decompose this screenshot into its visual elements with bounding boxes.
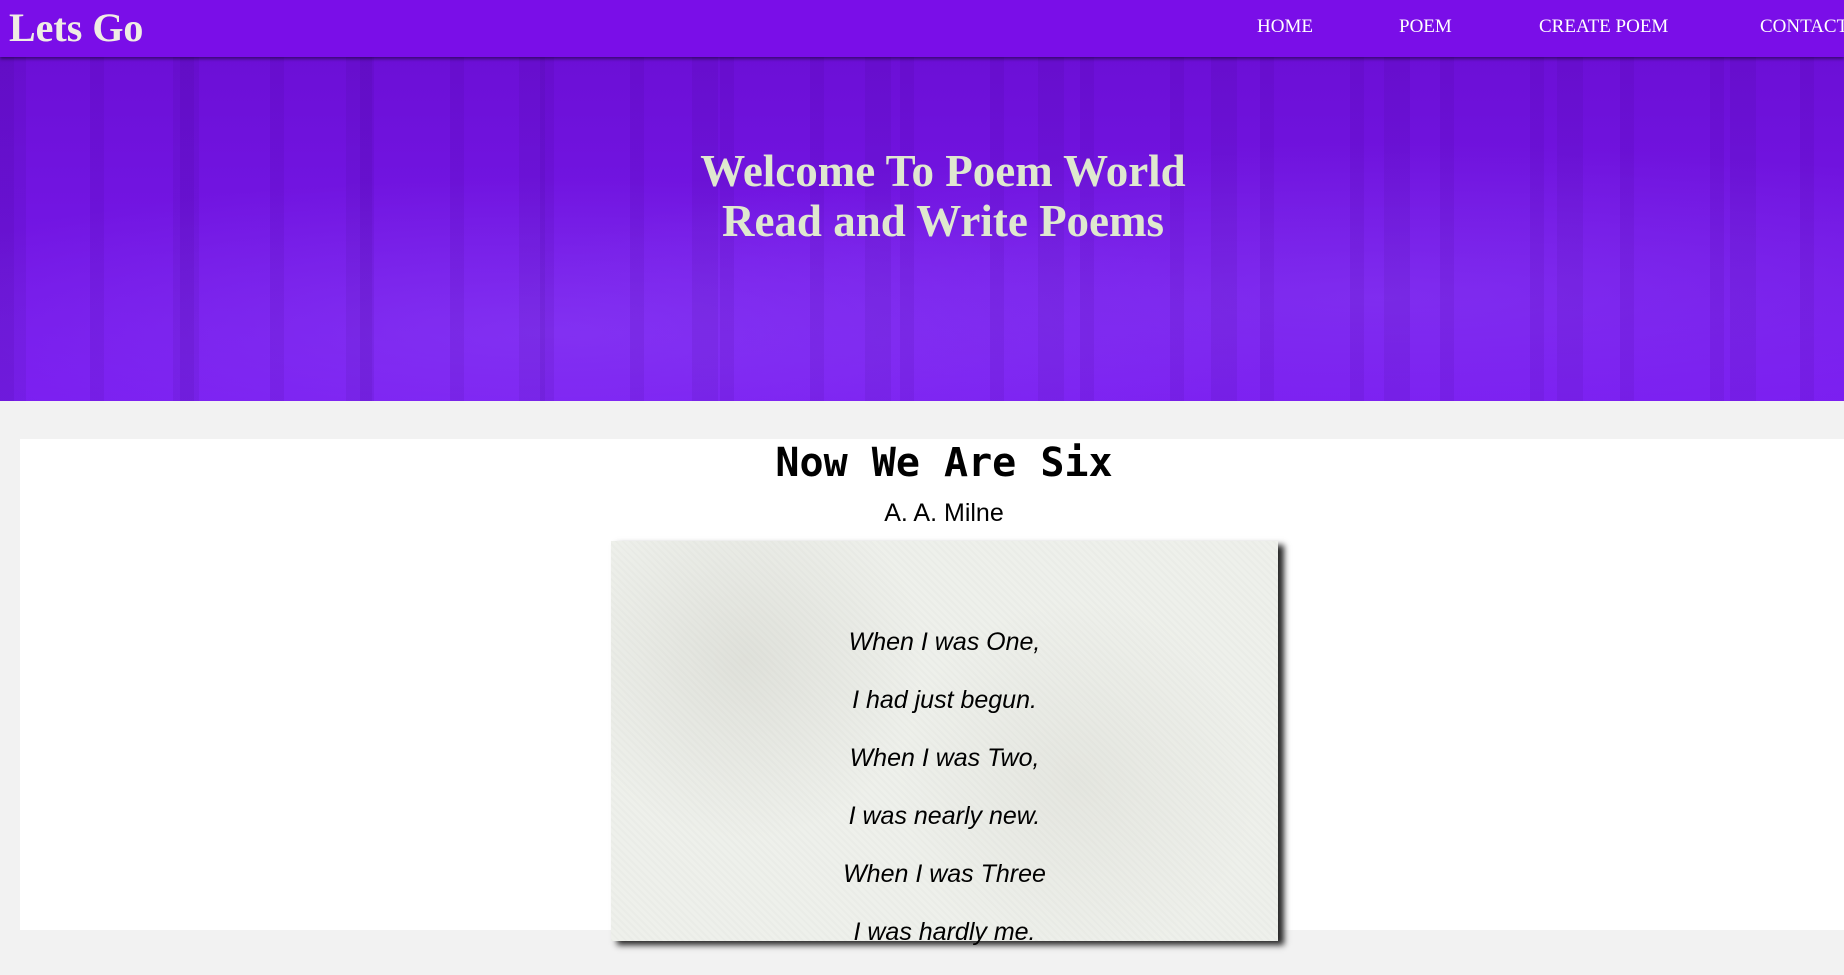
- poem-line: When I was Two,: [849, 744, 1040, 772]
- hero-banner: Welcome To Poem World Read and Write Poe…: [0, 57, 1844, 401]
- poem-author: A. A. Milne: [884, 499, 1004, 527]
- poem-lines: When I was One, I had just begun. When I…: [611, 627, 1278, 975]
- top-navbar: Lets Go HOME POEM CREATE POEM CONTACT: [0, 0, 1844, 57]
- nav-link-create-poem[interactable]: CREATE POEM: [1539, 16, 1668, 38]
- poem-line: When I was Three: [843, 860, 1046, 888]
- poem-title: Now We Are Six: [775, 440, 1113, 486]
- nav-link-contact[interactable]: CONTACT: [1760, 16, 1844, 38]
- nav-link-home[interactable]: HOME: [1257, 16, 1313, 38]
- poem-line: I was hardly me.: [853, 918, 1036, 946]
- poem-line: I had just begun.: [852, 686, 1037, 714]
- poem-line: When I was One,: [848, 628, 1041, 656]
- hero-title-line2: Read and Write Poems: [721, 196, 1165, 246]
- nav-link-poem[interactable]: POEM: [1399, 16, 1452, 38]
- poem-paper: When I was One, I had just begun. When I…: [611, 541, 1278, 946]
- poem-card: Now We Are Six A. A. Milne When I was On…: [20, 439, 1844, 946]
- hero-title-line1: Welcome To Poem World: [700, 146, 1186, 196]
- site-logo[interactable]: Lets Go: [9, 4, 143, 52]
- poem-line: I was nearly new.: [848, 802, 1041, 830]
